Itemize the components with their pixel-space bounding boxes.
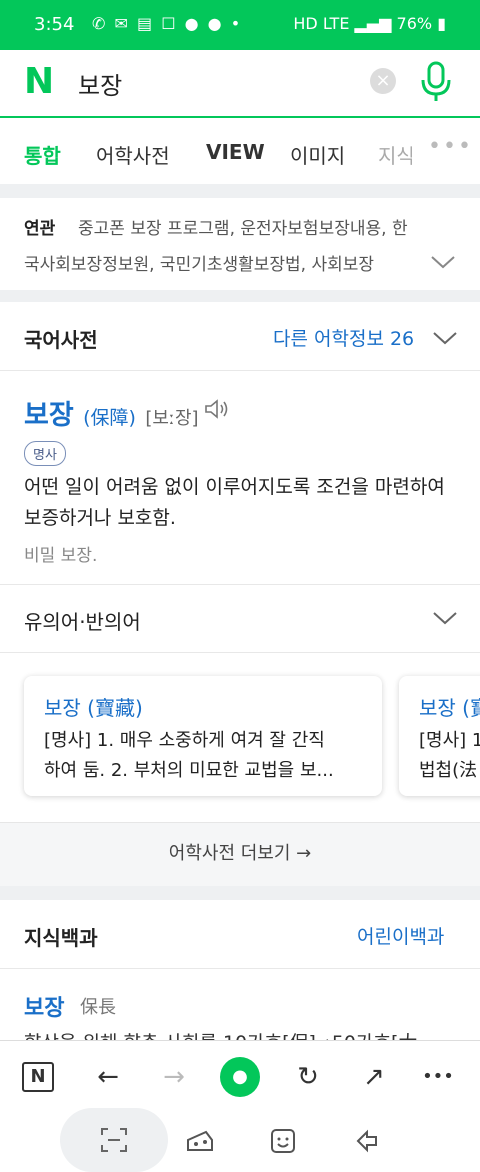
battery-icon: ▮ (437, 14, 446, 33)
encyclopedia-hanja: 保長 (80, 997, 116, 1018)
green-dot-icon[interactable]: ● (220, 1057, 260, 1097)
entry-hanja: (保障) (83, 407, 136, 429)
dictionary-title: 국어사전 (24, 328, 98, 352)
entry-pronunciation: [보ː장] (145, 408, 199, 429)
other-dictionary-link[interactable]: 다른 어학정보 26 (273, 324, 414, 351)
tab-view[interactable]: VIEW (206, 140, 265, 164)
section-gap (0, 290, 480, 302)
clear-icon[interactable]: × (370, 68, 396, 94)
other-dictionary-label: 다른 어학정보 (273, 328, 384, 350)
network-label: HD LTE (293, 14, 350, 33)
refresh-icon[interactable]: ↻ (290, 1059, 326, 1095)
entry-word[interactable]: 보장 (保障) [보ː장] (24, 393, 199, 432)
synonym-card-body: [명사] 1. 매우 소중하게 여겨 잘 간직 하여 둠. 2. 부처의 미묘한… (44, 726, 364, 786)
tab-integrated[interactable]: 통합 (24, 140, 61, 169)
synonym-card-line: [명사] 1 (419, 730, 480, 751)
back-icon[interactable]: ← (90, 1059, 126, 1095)
encyclopedia-snippet: 향상을 위해 향촌 사회를 10가호[保]→50가호[大 (24, 1028, 417, 1040)
mic-icon[interactable] (418, 60, 454, 104)
more-tabs-icon[interactable]: ••• (428, 134, 473, 159)
tab-dictionary[interactable]: 어학사전 (96, 140, 170, 169)
battery-percent: 76% (396, 14, 433, 33)
related-searches: 연관 중고폰 보장 프로그램, 운전자보험보장내용, 한 국사회보장정보원, 국… (0, 198, 480, 290)
dictionary-more-button[interactable]: 어학사전 더보기 → (0, 822, 480, 886)
section-gap (0, 184, 480, 198)
home-n-icon[interactable]: N (22, 1062, 54, 1092)
chevron-down-icon[interactable] (430, 254, 456, 270)
divider (0, 968, 480, 969)
browser-toolbar: N ← → ● ↻ ↗ ••• (0, 1040, 480, 1112)
search-tabs: 통합 어학사전 VIEW 이미지 지식 ••• (0, 120, 480, 184)
divider (0, 652, 480, 653)
share-icon[interactable]: ↗ (356, 1059, 392, 1095)
menu-icon[interactable]: ••• (420, 1059, 456, 1095)
synonyms-title[interactable]: 유의어·반의어 (24, 606, 141, 635)
status-time: 3:54 (34, 14, 75, 35)
entry-example: 비밀 보장. (24, 546, 98, 566)
search-bar: N 보장 × (0, 50, 480, 118)
synonym-card-title: 보장 (寶藏) (44, 696, 143, 720)
related-line-2[interactable]: 국사회보장정보원, 국민기초생활보장법, 사회보장 (24, 250, 424, 275)
chevron-down-icon[interactable] (432, 610, 458, 626)
synonym-card-line: 법첩(法 (419, 760, 478, 781)
divider (0, 584, 480, 585)
encyclopedia-word[interactable]: 보장 (24, 990, 64, 1022)
notification-icons: ✆ ✉ ▤ ☐ ● ● • (92, 14, 243, 33)
system-nav-bar (0, 1108, 480, 1172)
chevron-down-icon[interactable] (432, 330, 458, 346)
tab-images[interactable]: 이미지 (290, 140, 345, 169)
status-right: HD LTE ▂▄▆ 76% ▮ (293, 14, 446, 33)
scan-icon (101, 1128, 127, 1152)
tab-knowledge[interactable]: 지식 (378, 140, 412, 169)
entry-definition: 어떤 일이 어려움 없이 이루어지도록 조건을 마련하여 보증하거나 보호함. (24, 476, 445, 529)
back-arrow-icon[interactable] (354, 1128, 380, 1154)
encyclopedia-card: 지식백과 어린이백과 보장 保長 향상을 위해 향촌 사회를 10가호[保]→5… (0, 900, 480, 1040)
entry-word-text: 보장 (24, 400, 74, 431)
scan-button[interactable] (60, 1108, 168, 1172)
cheese-icon[interactable] (186, 1128, 214, 1154)
synonym-card[interactable]: 보장 (寶 [명사] 1 법첩(法 (399, 676, 480, 796)
related-label: 연관 (24, 219, 56, 239)
forward-icon[interactable]: → (156, 1059, 192, 1095)
synonym-card-line: 하여 둠. 2. 부처의 미묘한 교법을 보... (44, 760, 334, 781)
synonym-card[interactable]: 보장 (寶藏) [명사] 1. 매우 소중하게 여겨 잘 간직 하여 둠. 2.… (24, 676, 382, 796)
speaker-icon[interactable] (203, 397, 229, 421)
kids-encyclopedia-link[interactable]: 어린이백과 (357, 922, 444, 949)
smile-icon[interactable] (270, 1128, 296, 1154)
synonym-card-title: 보장 (寶 (419, 696, 480, 720)
search-input[interactable]: 보장 (78, 66, 122, 101)
other-dictionary-count: 26 (389, 328, 415, 350)
signal-icon: ▂▄▆ (354, 14, 392, 33)
related-line-1[interactable]: 중고폰 보장 프로그램, 운전자보험보장내용, 한 (78, 214, 408, 239)
naver-logo-icon[interactable]: N (24, 64, 60, 100)
divider (0, 370, 480, 371)
encyclopedia-title: 지식백과 (24, 926, 98, 950)
pos-badge: 명사 (24, 441, 66, 466)
section-gap (0, 886, 480, 900)
synonym-card-body: [명사] 1 법첩(法 (419, 726, 480, 786)
status-bar: 3:54 ✆ ✉ ▤ ☐ ● ● • HD LTE ▂▄▆ 76% ▮ (0, 0, 480, 50)
synonym-card-line: [명사] 1. 매우 소중하게 여겨 잘 간직 (44, 730, 325, 751)
